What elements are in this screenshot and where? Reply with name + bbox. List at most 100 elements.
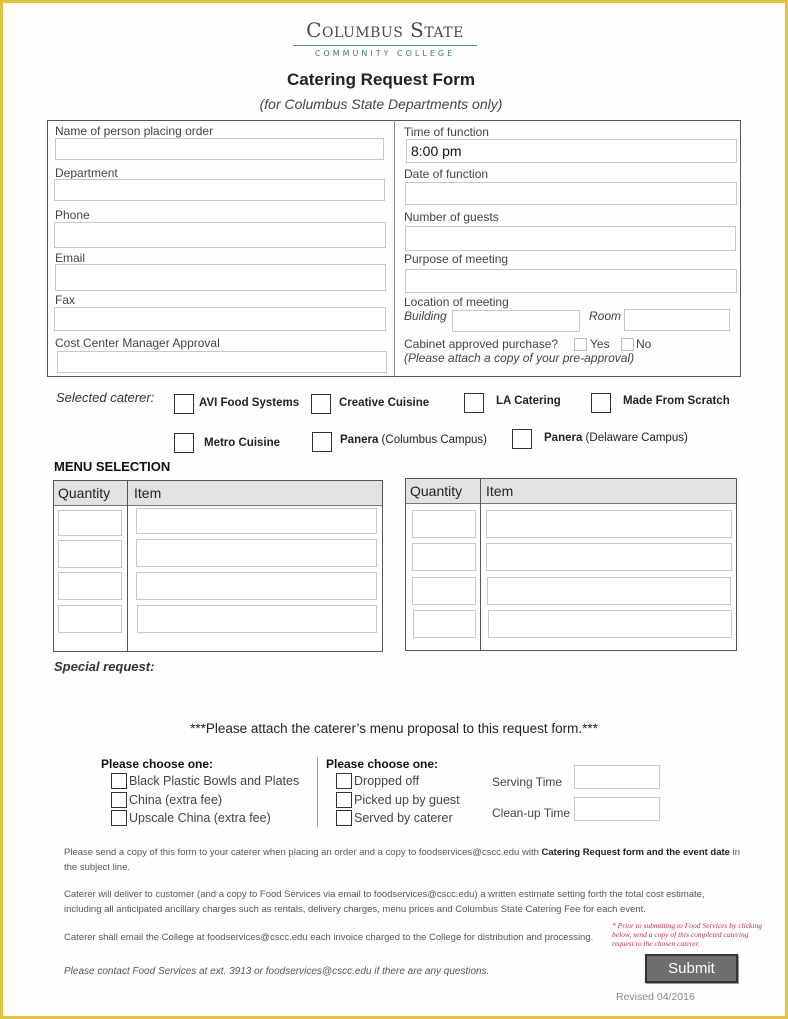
- email-label: Email: [55, 251, 86, 265]
- purpose-input[interactable]: [405, 269, 737, 293]
- menu-table-header: Quantity Item: [54, 481, 382, 506]
- item-input[interactable]: [488, 610, 732, 638]
- caterer-avi-label: AVI Food Systems: [199, 397, 300, 409]
- item-input[interactable]: [486, 510, 732, 538]
- column-divider: [480, 479, 481, 650]
- instruction-contact: Please contact Food Services at ext. 391…: [64, 966, 490, 977]
- cabinet-approved-label: Cabinet approved purchase?: [404, 337, 559, 351]
- quantity-input[interactable]: [412, 543, 476, 571]
- caterer-la-catering-checkbox[interactable]: [464, 393, 484, 413]
- form-title: Catering Request Form: [287, 70, 475, 89]
- caterer-metro-cuisine-label: Metro Cuisine: [204, 437, 281, 449]
- service-heading: Please choose one:: [326, 757, 439, 771]
- revised-date: Revised 04/2016: [616, 991, 695, 1003]
- item-input[interactable]: [137, 605, 377, 633]
- date-of-function-input[interactable]: [405, 182, 737, 205]
- cabinet-no-checkbox[interactable]: [621, 338, 634, 351]
- cabinet-yes-checkbox[interactable]: [574, 338, 587, 351]
- time-of-function-input[interactable]: 8:00 pm: [406, 139, 737, 163]
- service-served-label: Served by caterer: [354, 811, 453, 825]
- item-column-header: Item: [134, 485, 162, 501]
- caterer-creative-cuisine-checkbox[interactable]: [311, 394, 331, 414]
- fax-label: Fax: [55, 293, 76, 307]
- room-label: Room: [589, 309, 622, 323]
- quantity-input[interactable]: [412, 510, 476, 538]
- service-option[interactable]: Served by caterer: [336, 810, 453, 826]
- caterer-la-catering-label: LA Catering: [496, 395, 561, 407]
- dishware-option[interactable]: Black Plastic Bowls and Plates: [111, 773, 299, 789]
- form-subtitle: (for Columbus State Departments only): [259, 96, 503, 112]
- dishware-china-label: China (extra fee): [129, 793, 223, 807]
- item-input[interactable]: [136, 539, 377, 567]
- service-option[interactable]: Picked up by guest: [336, 792, 460, 808]
- caterer-made-from-scratch-checkbox[interactable]: [591, 393, 611, 413]
- cabinet-yes-label: Yes: [590, 337, 610, 351]
- item-input[interactable]: [486, 543, 732, 571]
- cleanup-time-input[interactable]: [574, 797, 660, 821]
- number-of-guests-label: Number of guests: [404, 210, 499, 224]
- dishware-option[interactable]: Upscale China (extra fee): [111, 810, 271, 826]
- logo-college-name: Columbus State: [306, 18, 464, 42]
- quantity-column-header: Quantity: [58, 485, 111, 501]
- instruction-send-copy: Please send a copy of this form to your …: [64, 847, 741, 873]
- service-dropped-off-checkbox[interactable]: [336, 773, 352, 789]
- submit-note: * Prior to submitting to Food Services b…: [612, 921, 762, 948]
- menu-table-left: Quantity Item: [53, 480, 383, 652]
- item-input[interactable]: [487, 577, 731, 605]
- date-of-function-label: Date of function: [404, 167, 489, 181]
- phone-label: Phone: [55, 208, 90, 222]
- dishware-heading: Please choose one:: [101, 757, 214, 771]
- room-input[interactable]: [624, 309, 730, 331]
- caterer-made-from-scratch-label: Made From Scratch: [623, 395, 730, 407]
- fax-input[interactable]: [54, 307, 386, 331]
- special-request-label: Special request:: [54, 659, 155, 674]
- building-input[interactable]: [452, 310, 580, 332]
- dishware-upscale-china-checkbox[interactable]: [111, 810, 127, 826]
- attach-menu-note: ***Please attach the caterer’s menu prop…: [190, 721, 598, 736]
- caterer-panera-columbus-checkbox[interactable]: [312, 432, 332, 452]
- phone-input[interactable]: [54, 222, 386, 248]
- department-label: Department: [55, 166, 118, 180]
- column-divider: [127, 481, 128, 651]
- service-option[interactable]: Dropped off: [336, 773, 419, 789]
- serving-time-input[interactable]: [574, 765, 660, 789]
- dishware-china-checkbox[interactable]: [111, 792, 127, 808]
- caterer-metro-cuisine-checkbox[interactable]: [174, 433, 194, 453]
- cabinet-no-label: No: [636, 337, 652, 351]
- quantity-input[interactable]: [413, 610, 476, 638]
- service-served-checkbox[interactable]: [336, 810, 352, 826]
- submit-button[interactable]: Submit: [645, 954, 738, 983]
- dishware-plastic-label: Black Plastic Bowls and Plates: [129, 774, 300, 788]
- name-input[interactable]: [55, 138, 384, 160]
- quantity-column-header: Quantity: [410, 483, 463, 499]
- quantity-input[interactable]: [412, 577, 476, 605]
- quantity-input[interactable]: [58, 572, 122, 600]
- dishware-option[interactable]: China (extra fee): [111, 792, 222, 808]
- item-input[interactable]: [136, 572, 377, 600]
- purpose-label: Purpose of meeting: [404, 252, 509, 266]
- serving-time-label: Serving Time: [492, 775, 563, 789]
- quantity-input[interactable]: [58, 540, 122, 568]
- item-column-header: Item: [486, 483, 514, 499]
- number-of-guests-input[interactable]: [405, 226, 736, 251]
- building-label: Building: [404, 309, 447, 323]
- special-request-input[interactable]: [160, 655, 740, 700]
- caterer-panera-delaware-label: Panera (Delaware Campus): [544, 432, 688, 444]
- menu-selection-title: MENU SELECTION: [54, 459, 171, 474]
- email-input[interactable]: [55, 264, 386, 291]
- department-input[interactable]: [54, 179, 385, 201]
- caterer-avi-checkbox[interactable]: [174, 394, 194, 414]
- logo-divider: [293, 45, 477, 46]
- service-picked-up-checkbox[interactable]: [336, 792, 352, 808]
- cost-center-approval-label: Cost Center Manager Approval: [55, 336, 220, 350]
- cost-center-approval-input[interactable]: [57, 351, 387, 373]
- logo-subtitle: COMMUNITY COLLEGE: [314, 49, 456, 58]
- dishware-plastic-checkbox[interactable]: [111, 773, 127, 789]
- quantity-input[interactable]: [58, 510, 122, 536]
- item-input[interactable]: [136, 508, 377, 534]
- pre-approval-note: (Please attach a copy of your pre-approv…: [404, 351, 635, 365]
- caterer-panera-delaware-checkbox[interactable]: [512, 429, 532, 449]
- caterer-panera-columbus-label: Panera (Columbus Campus): [340, 434, 488, 446]
- selected-caterer-label: Selected caterer:: [56, 390, 155, 405]
- quantity-input[interactable]: [58, 605, 122, 633]
